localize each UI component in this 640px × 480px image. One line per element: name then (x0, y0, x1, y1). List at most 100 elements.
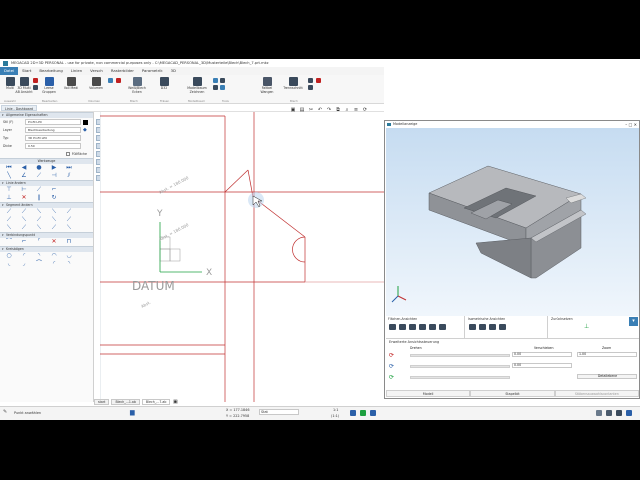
menu-versch[interactable]: Versch (86, 67, 107, 75)
kreisboegen-header[interactable]: ▾ Kreisbögen (0, 246, 93, 252)
verbindungspunkt-header[interactable]: ▾ Verbindungspunkt (0, 232, 93, 238)
seg-f-icon[interactable]: ⟋ (6, 217, 12, 223)
view-left-icon[interactable] (409, 324, 416, 330)
view-front-icon[interactable] (389, 324, 396, 330)
d32-button[interactable]: D32 (155, 77, 173, 91)
close-icon[interactable]: ✕ (634, 122, 637, 127)
rotate-x-field[interactable]: 0.00 (512, 352, 572, 357)
arc-h-icon[interactable]: ◜ (51, 261, 57, 267)
seg-i-icon[interactable]: ⟍ (51, 217, 57, 223)
settings-icon[interactable] (616, 410, 622, 416)
menu-bearbeitung[interactable]: Bearbeitung (35, 67, 66, 75)
doc-tab-start[interactable]: start (94, 399, 110, 405)
prev-icon[interactable]: ◀ (21, 165, 27, 171)
seg-m-icon[interactable]: ⟍ (36, 225, 42, 231)
voll-medi-button[interactable]: Voll Medi (62, 77, 80, 91)
stretch-icon[interactable]: ⟋ (36, 187, 42, 193)
typ-select[interactable]: 3D Profil LP0 (25, 135, 81, 141)
view-bottom-icon[interactable] (439, 324, 446, 330)
seg-j-icon[interactable]: ⟋ (66, 217, 72, 223)
printer-icon[interactable] (606, 410, 612, 416)
weiss-blech-ecken-button[interactable]: Weiß/Blech Ecken (126, 77, 148, 94)
color-swatch[interactable] (83, 119, 88, 125)
menu-start[interactable]: Start (18, 67, 35, 75)
ortho-toggle-icon[interactable] (370, 410, 376, 416)
layer-select[interactable]: Blechbearbeitung (25, 127, 81, 133)
doc-tab-blech-1[interactable]: Blech_...1.ab (111, 399, 140, 405)
info-icon[interactable] (626, 410, 632, 416)
menu-3d[interactable]: 3D (167, 67, 180, 75)
snap-toggle-icon[interactable] (360, 410, 366, 416)
gear-tool-icon[interactable] (33, 85, 38, 90)
split-tool-icon[interactable]: ⟋ (36, 173, 42, 179)
iso-4-icon[interactable] (499, 324, 506, 330)
seg-b-icon[interactable]: ⟋ (21, 209, 27, 215)
doc-tab-blech-7[interactable]: Blech_...7.ab (141, 399, 171, 405)
stapelbit-button[interactable]: Stapelbit (470, 390, 555, 397)
bend-icon[interactable]: ⌐ (51, 187, 57, 193)
tool-f-icon[interactable] (308, 85, 313, 90)
stil-select[interactable]: Profil LP0 (25, 119, 81, 125)
arc-f-icon[interactable]: ◞ (21, 261, 27, 267)
extend-icon[interactable]: ⊢ (21, 187, 27, 193)
trim-icon[interactable]: ⊤ (6, 187, 12, 193)
break-icon[interactable]: ✕ (21, 195, 27, 201)
seg-h-icon[interactable]: ⟋ (36, 217, 42, 223)
drawing-canvas[interactable]: Y X DATUM Abst. = 180.000 Abst. = 180.00… (99, 112, 384, 402)
menu-rasterbilder[interactable]: Rasterbilder (107, 67, 138, 75)
cube-icon[interactable] (596, 410, 602, 416)
selection-constants-button[interactable]: Stöbensauswahlscontanten (554, 390, 639, 397)
arc-d-icon[interactable]: ◡ (66, 253, 72, 259)
menu-linien[interactable]: Linien (67, 67, 86, 75)
rotate-line-icon[interactable]: ↻ (51, 195, 57, 201)
rotate-y-slider[interactable] (410, 365, 510, 368)
tool-b-icon[interactable] (213, 85, 218, 90)
linie-aendern-header[interactable]: ▾ Linie ändern (0, 180, 93, 186)
fullfill-checkbox[interactable] (65, 152, 70, 156)
leese-gruppen-button[interactable]: Leese Gruppen (40, 77, 58, 94)
expand-dropdown-button[interactable]: ▾ (629, 317, 638, 326)
line-tool-icon[interactable]: ╲ (6, 173, 12, 179)
parallel-icon[interactable]: ∥ (36, 195, 42, 201)
fillet-icon[interactable]: ⌒ (6, 239, 12, 245)
red-cross-icon[interactable] (116, 78, 121, 83)
maximize-icon[interactable]: □ (629, 122, 633, 127)
join-tool-icon[interactable]: ⊣ (51, 173, 57, 179)
volumen-button[interactable]: Volumen (87, 77, 105, 91)
first-icon[interactable]: ⏮ (6, 165, 12, 171)
segment-aendern-header[interactable]: ▾ Segment ändern (0, 202, 93, 208)
last-icon[interactable]: ⏭ (66, 165, 72, 171)
detail-button[interactable]: Detailebene (577, 374, 637, 379)
modellbaum-zeichnen-button[interactable]: Modellbaum Zeichnen (185, 77, 209, 94)
arc-i-icon[interactable]: ◝ (66, 261, 72, 267)
iso-2-icon[interactable] (479, 324, 486, 330)
3d-viewport[interactable] (386, 128, 639, 316)
chat-icon[interactable]: ▆ (130, 409, 135, 416)
tool-e-icon[interactable] (308, 78, 313, 83)
werkzeuge-header[interactable]: Werkzeuge (0, 158, 93, 164)
blue-tool-icon[interactable] (108, 78, 113, 83)
view-right-icon[interactable] (419, 324, 426, 330)
offset-tool-icon[interactable]: ⫽ (66, 173, 72, 179)
red-tool-icon[interactable] (33, 78, 38, 83)
iso-1-icon[interactable] (469, 324, 476, 330)
minimize-icon[interactable]: – (625, 122, 627, 127)
corner-icon[interactable]: ⌜ (36, 239, 42, 245)
angle-tool-icon[interactable]: ∠ (21, 173, 27, 179)
menu-parametrik[interactable]: Parametrik (138, 67, 167, 75)
seg-o-icon[interactable]: ⟍ (66, 225, 72, 231)
tool-c-icon[interactable] (220, 78, 225, 83)
connect-icon[interactable]: ⊓ (66, 239, 72, 245)
seg-g-icon[interactable]: ⟍ (21, 217, 27, 223)
zoom-field[interactable]: 1.00 (577, 352, 637, 357)
circle-icon[interactable]: ○ (6, 253, 12, 259)
arc-a-icon[interactable]: ◜ (21, 253, 27, 259)
delete-corner-icon[interactable]: ✕ (51, 239, 57, 245)
dicke-input[interactable]: 0.50 (25, 143, 81, 149)
view-top-icon[interactable] (429, 324, 436, 330)
tool-g-icon[interactable] (316, 78, 321, 83)
rotate-x-slider[interactable] (410, 354, 510, 357)
arc-g-icon[interactable]: ⌒ (36, 261, 42, 267)
seg-k-icon[interactable]: ⟍ (6, 225, 12, 231)
layer-icon[interactable]: ◆ (83, 127, 87, 133)
